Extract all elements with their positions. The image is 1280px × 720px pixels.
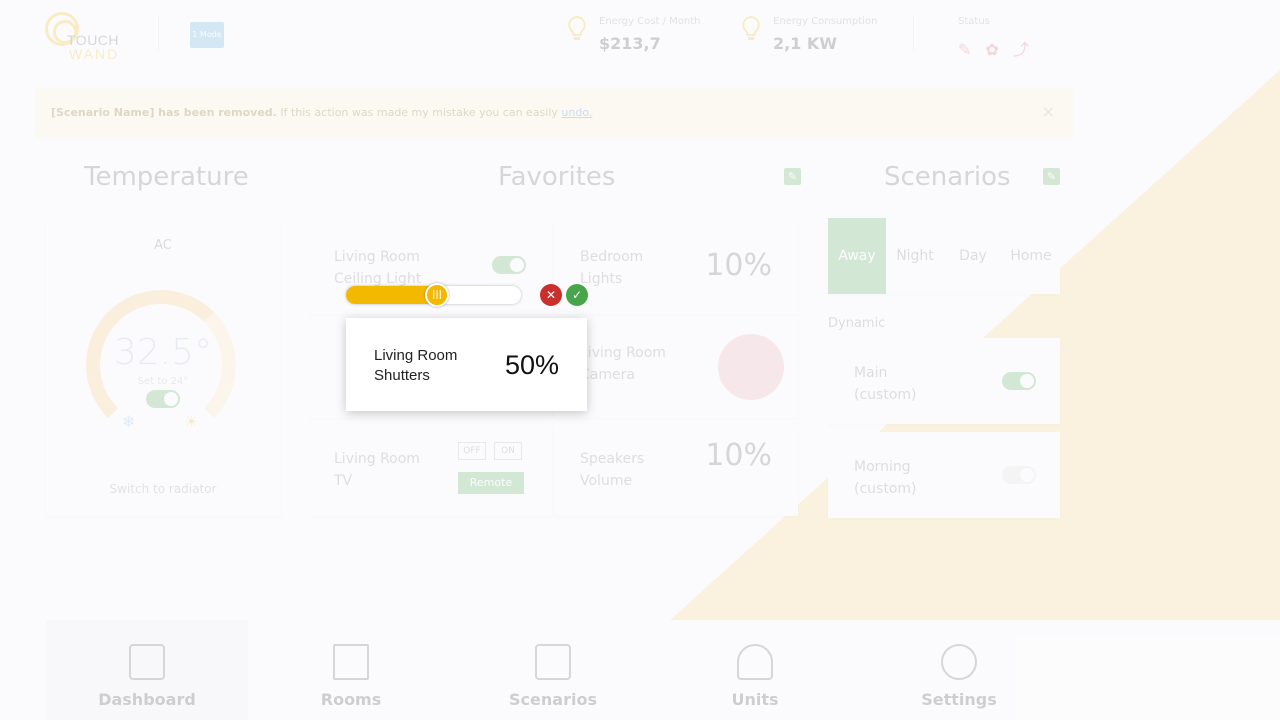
scenario-name-line2: (custom) [854,481,917,497]
logo-text-bottom: WAND [69,46,120,62]
tv-off-button[interactable]: OFF [458,442,486,460]
close-icon[interactable]: × [1042,102,1055,121]
scenarios-icon [535,644,571,680]
shutters-slider-fill [346,286,437,304]
notice-scenario-name: [Scenario Name] has been removed. [51,106,277,119]
favorite-tv[interactable]: Living Room TV OFF ON Remote [308,424,552,516]
scenario-main-toggle[interactable] [1002,372,1036,390]
scenario-name-line2: (custom) [854,387,917,403]
scenario-morning-toggle[interactable] [1002,466,1036,484]
shutters-slider[interactable]: ||| [346,283,521,307]
nav-dashboard[interactable]: Dashboard [46,620,248,720]
favorite-name-line1: Living Room [334,249,420,265]
bottom-nav: Dashboard Rooms Scenarios Units Settings [0,620,1280,720]
background-app: TOUCH WAND 1 Mode Energy Cost / Month $2… [0,0,1280,720]
energy-consumption-value: 2,1 KW [773,34,837,53]
scenarios-title: Scenarios [884,162,1011,192]
confirm-button[interactable]: ✓ [566,284,588,306]
favorite-speakers[interactable]: Speakers Volume 10% [554,424,798,516]
energy-consumption-label: Energy Consumption [773,16,878,27]
favorite-name-line2: TV [334,473,353,489]
header-divider [158,16,159,52]
nav-settings[interactable]: Settings [858,620,1060,720]
favorite-camera[interactable]: Living Room Camera [554,318,798,418]
snowflake-icon[interactable]: ❄ [122,412,135,431]
ac-toggle[interactable] [146,390,180,408]
header: TOUCH WAND 1 Mode Energy Cost / Month $2… [0,0,1280,70]
scenario-tabs: Away Night Day Home [828,218,1060,294]
edit-favorites-icon[interactable]: ✎ [784,168,801,185]
favorite-name-line1: Bedroom [580,249,644,265]
speakers-volume-value: 10% [705,438,772,473]
camera-thumbnail[interactable] [718,334,784,400]
tab-night[interactable]: Night [886,218,944,294]
signal-icon[interactable]: ⤴ [1013,40,1043,59]
favorite-name-line2: Lights [580,271,623,287]
favorite-name-line2: Camera [580,367,635,383]
switch-to-radiator[interactable]: Switch to radiator [46,482,280,496]
temperature-value: 32.5° [113,332,213,373]
nav-rooms[interactable]: Rooms [250,620,452,720]
bedroom-lights-value: 10% [705,248,772,283]
favorite-name-line2: Ceiling Light [334,271,422,287]
mode-tag[interactable]: 1 Mode [190,22,224,48]
scenario-main[interactable]: Main (custom) [828,338,1060,424]
ac-label: AC [154,238,172,253]
favorites-title: Favorites [498,162,616,192]
scenario-name-line1: Morning [854,459,911,475]
tab-away[interactable]: Away [828,218,886,294]
logo: TOUCH WAND [45,12,135,62]
tv-remote-button[interactable]: Remote [458,472,524,494]
temperature-card: AC 32.5° Set to 24° ❄ ☀ Switch to radiat… [46,220,280,516]
edit-scenarios-icon[interactable]: ✎ [1043,168,1060,185]
nav-units[interactable]: Units [654,620,856,720]
favorite-bedroom-lights[interactable]: Bedroom Lights 10% [554,222,798,314]
lamp-icon [737,644,773,680]
scenario-morning[interactable]: Morning (custom) [828,432,1060,518]
sun-icon[interactable]: ☀ [184,412,198,431]
bulb-icon [742,16,760,40]
tv-on-button[interactable]: ON [494,442,522,460]
scenario-name-line1: Main [854,365,888,381]
temperature-setpoint: Set to 24° [137,376,189,387]
favorite-name-line1: Speakers [580,451,645,467]
status-label: Status [958,16,990,27]
tab-home[interactable]: Home [1002,218,1060,294]
nav-scenarios[interactable]: Scenarios [452,620,654,720]
ceiling-light-toggle[interactable] [492,256,526,274]
slider-handle[interactable]: ||| [425,283,449,307]
popup-name-line2: Shutters [374,367,430,384]
energy-cost-label: Energy Cost / Month [599,16,701,27]
popup-name-line1: Living Room [374,347,458,364]
popup-value: 50% [504,350,559,380]
rooms-icon [333,644,369,680]
nav-label: Units [731,690,779,709]
nav-label: Scenarios [509,690,597,709]
dashboard-icon [129,644,165,680]
temperature-title: Temperature [84,162,249,192]
alert-icon[interactable]: ✿ [985,40,1012,59]
favorite-name-line2: Volume [580,473,633,489]
header-divider [913,16,914,52]
dynamic-label: Dynamic [828,316,886,331]
shutters-popup-card: Living Room Shutters 50% [346,318,587,411]
notice-text: If this action was made my mistake you c… [276,106,562,119]
energy-cost-value: $213,7 [599,34,661,53]
nav-label: Dashboard [98,690,196,709]
removal-notice: [Scenario Name] has been removed. If thi… [35,88,1073,138]
popup-device-name: Living Room Shutters [374,346,484,386]
plug-icon[interactable]: ✎ [958,40,985,59]
status-icons: ✎✿⤴ [958,36,1043,60]
bulb-icon [568,16,586,40]
tab-day[interactable]: Day [944,218,1002,294]
favorite-name-line1: Living Room [580,345,666,361]
cancel-button[interactable]: ✕ [540,284,562,306]
undo-link[interactable]: undo. [561,106,592,119]
gear-icon [941,644,977,680]
nav-label: Rooms [320,690,382,709]
nav-label: Settings [921,690,997,709]
favorite-name-line1: Living Room [334,451,420,467]
